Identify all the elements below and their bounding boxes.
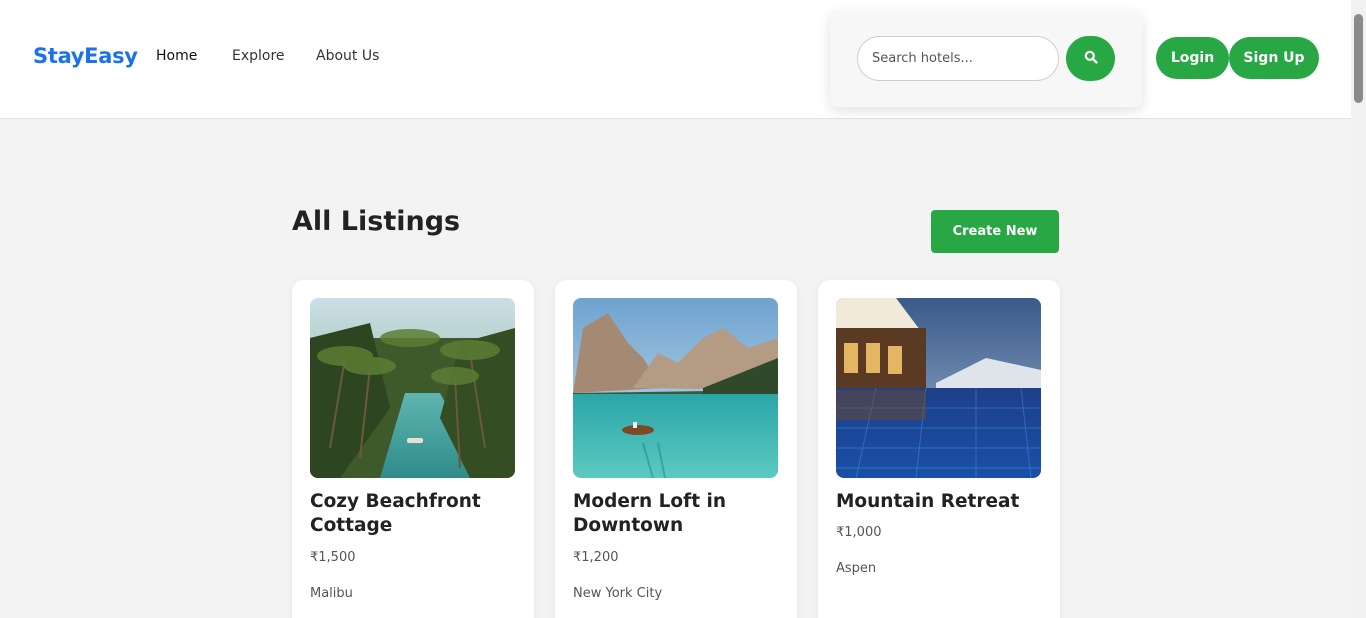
listing-title[interactable]: Mountain Retreat (836, 490, 1046, 514)
listing-card[interactable]: Modern Loft in Downtown ₹1,200 New York … (555, 280, 797, 618)
page-scrollbar[interactable] (1351, 0, 1366, 618)
listing-card[interactable]: Cozy Beachfront Cottage ₹1,500 Malibu (292, 280, 534, 618)
search-input[interactable] (857, 36, 1059, 81)
listing-location: New York City (573, 586, 663, 601)
listing-location: Aspen (836, 561, 877, 576)
brand-logo[interactable]: StayEasy (33, 44, 138, 68)
nav-link-about-us[interactable]: About Us (316, 48, 379, 64)
create-new-button[interactable]: Create New (931, 210, 1059, 253)
navbar: StayEasy Home Explore About Us Login Sig… (0, 0, 1351, 119)
listing-price: ₹1,500 (310, 550, 356, 565)
listing-title[interactable]: Cozy Beachfront Cottage (310, 490, 520, 538)
nav-link-home[interactable]: Home (156, 48, 197, 64)
listing-price: ₹1,000 (836, 525, 882, 540)
listing-price: ₹1,200 (573, 550, 619, 565)
login-button[interactable]: Login (1156, 37, 1229, 79)
sign-up-button[interactable]: Sign Up (1229, 37, 1319, 79)
listing-location: Malibu (310, 586, 353, 601)
nav-link-explore[interactable]: Explore (232, 48, 285, 64)
listing-image[interactable] (836, 298, 1041, 478)
scrollbar-thumb[interactable] (1354, 14, 1363, 103)
search-icon (1084, 50, 1098, 67)
search-button[interactable] (1066, 36, 1115, 81)
listing-image[interactable] (310, 298, 515, 478)
listing-title[interactable]: Modern Loft in Downtown (573, 490, 783, 538)
listing-card[interactable]: Mountain Retreat ₹1,000 Aspen (818, 280, 1060, 618)
search-panel (830, 10, 1142, 107)
page-title: All Listings (292, 206, 461, 237)
listing-image[interactable] (573, 298, 778, 478)
